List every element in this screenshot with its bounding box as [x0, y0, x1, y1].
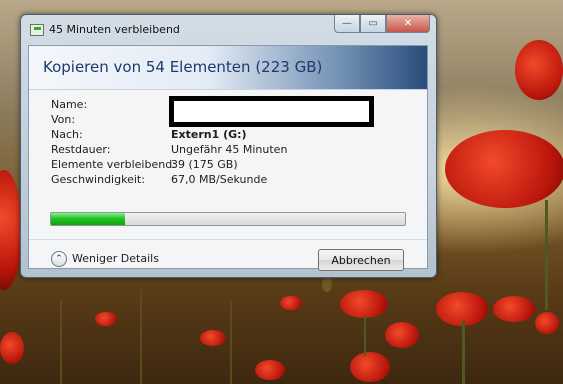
- redacted-box: [169, 96, 374, 127]
- poppy-flower: [515, 40, 563, 100]
- poppy-flower: [95, 312, 117, 326]
- window-title: 45 Minuten verbleibend: [49, 23, 180, 36]
- poppy-bud: [322, 276, 332, 292]
- poppy-flower: [200, 330, 226, 346]
- poppy-flower: [445, 130, 563, 208]
- poppy-stem: [545, 200, 548, 310]
- grass-blade: [60, 300, 62, 384]
- from-label: Von:: [51, 113, 76, 126]
- maximize-button[interactable]: ▭: [360, 15, 386, 33]
- cancel-button[interactable]: Abbrechen: [318, 249, 404, 271]
- items-remaining-label: Elemente verbleibend:: [51, 158, 176, 171]
- minimize-button[interactable]: —: [334, 15, 360, 33]
- title-bar[interactable]: 45 Minuten verbleibend — ▭ ✕: [21, 15, 436, 45]
- copy-summary-heading: Kopieren von 54 Elementen (223 GB): [43, 58, 323, 76]
- poppy-flower: [493, 296, 535, 322]
- progress-fill: [51, 213, 126, 225]
- poppy-flower: [0, 170, 22, 290]
- remaining-time-label: Restdauer:: [51, 143, 111, 156]
- poppy-flower: [0, 332, 24, 364]
- speed-value: 67,0 MB/Sekunde: [171, 173, 268, 186]
- fewer-details-toggle[interactable]: Weniger Details: [72, 252, 159, 265]
- poppy-stem: [364, 316, 366, 356]
- poppy-flower: [535, 312, 559, 334]
- poppy-flower: [255, 360, 285, 380]
- name-label: Name:: [51, 98, 88, 111]
- dialog-content: Kopieren von 54 Elementen (223 GB) Name:…: [28, 45, 428, 271]
- grass-blade: [140, 290, 142, 384]
- grass-blade: [230, 300, 232, 384]
- items-remaining-value: 39 (175 GB): [171, 158, 238, 171]
- poppy-flower: [280, 296, 302, 310]
- poppy-flower: [385, 322, 419, 348]
- speed-label: Geschwindigkeit:: [51, 173, 145, 186]
- copy-progress-bar: [50, 212, 406, 226]
- separator: [29, 239, 427, 240]
- copy-progress-window: 45 Minuten verbleibend — ▭ ✕ Kopieren vo…: [20, 14, 437, 278]
- to-label: Nach:: [51, 128, 83, 141]
- caption-buttons: — ▭ ✕: [334, 15, 430, 34]
- poppy-flower: [340, 290, 388, 318]
- remaining-time-value: Ungefähr 45 Minuten: [171, 143, 288, 156]
- poppy-flower: [350, 352, 390, 382]
- poppy-stem: [462, 320, 465, 384]
- destination-link[interactable]: Extern1 (G:): [171, 128, 247, 141]
- close-button[interactable]: ✕: [386, 15, 430, 33]
- chevron-up-icon[interactable]: ⌃: [51, 251, 67, 267]
- dialog-header: Kopieren von 54 Elementen (223 GB): [29, 46, 427, 90]
- copy-progress-icon: [30, 24, 44, 36]
